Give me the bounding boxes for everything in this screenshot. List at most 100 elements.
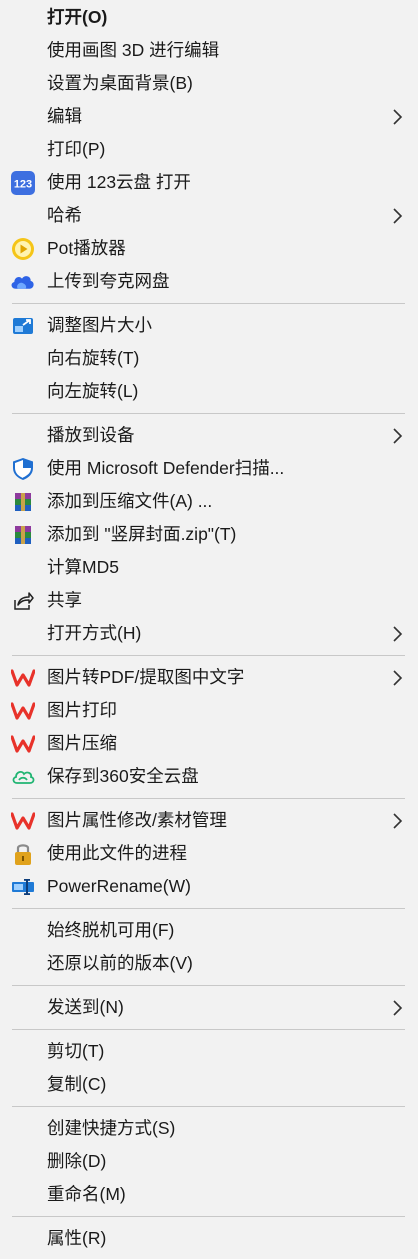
menu-item-add-to-archive[interactable]: 添加到压缩文件(A) ... bbox=[0, 485, 418, 518]
menu-item-edit-paint3d[interactable]: 使用画图 3D 进行编辑 bbox=[0, 34, 418, 67]
menu-item-label: 添加到 "竖屏封面.zip"(T) bbox=[47, 524, 237, 544]
chevron-right-icon bbox=[393, 109, 403, 125]
wps-icon bbox=[10, 698, 35, 723]
menu-separator bbox=[12, 908, 405, 909]
menu-item-label: 还原以前的版本(V) bbox=[47, 953, 193, 973]
menu-item-label: 属性(R) bbox=[47, 1228, 107, 1248]
menu-item-label: 播放到设备 bbox=[47, 425, 135, 445]
menu-item-always-available-offline[interactable]: 始终脱机可用(F) bbox=[0, 914, 418, 947]
menu-item-rotate-left[interactable]: 向左旋转(L) bbox=[0, 375, 418, 408]
menu-separator bbox=[12, 985, 405, 986]
menu-item-label: 使用画图 3D 进行编辑 bbox=[47, 40, 220, 60]
menu-item-cut[interactable]: 剪切(T) bbox=[0, 1035, 418, 1068]
menu-item-label: 添加到压缩文件(A) ... bbox=[47, 491, 213, 511]
menu-separator bbox=[12, 1106, 405, 1107]
menu-item-label: 向左旋转(L) bbox=[47, 381, 139, 401]
chevron-right-icon bbox=[393, 1000, 403, 1016]
menu-item-label: 共享 bbox=[47, 590, 82, 610]
menu-item-label: 调整图片大小 bbox=[47, 315, 152, 335]
lock-icon bbox=[10, 841, 35, 866]
menu-item-create-shortcut[interactable]: 创建快捷方式(S) bbox=[0, 1112, 418, 1145]
wps-icon bbox=[10, 731, 35, 756]
menu-item-label: 创建快捷方式(S) bbox=[47, 1118, 176, 1138]
menu-item-properties[interactable]: 属性(R) bbox=[0, 1222, 418, 1255]
menu-item-open[interactable]: 打开(O) bbox=[0, 1, 418, 34]
powerrename-icon bbox=[10, 874, 35, 899]
menu-item-powerrename[interactable]: PowerRename(W) bbox=[0, 870, 418, 903]
menu-item-label: 图片属性修改/素材管理 bbox=[47, 810, 227, 830]
menu-item-send-to[interactable]: 发送到(N) bbox=[0, 991, 418, 1024]
menu-separator bbox=[12, 655, 405, 656]
menu-item-copy[interactable]: 复制(C) bbox=[0, 1068, 418, 1101]
menu-item-label: Pot播放器 bbox=[47, 238, 126, 258]
menu-item-label: 删除(D) bbox=[47, 1151, 107, 1171]
menu-item-set-desktop-background[interactable]: 设置为桌面背景(B) bbox=[0, 67, 418, 100]
menu-item-label: PowerRename(W) bbox=[47, 876, 191, 896]
menu-separator bbox=[12, 798, 405, 799]
menu-item-label: 哈希 bbox=[47, 205, 82, 225]
menu-item-file-locksmith[interactable]: 使用此文件的进程 bbox=[0, 837, 418, 870]
menu-item-image-properties-edit[interactable]: 图片属性修改/素材管理 bbox=[0, 804, 418, 837]
menu-item-compute-md5[interactable]: 计算MD5 bbox=[0, 551, 418, 584]
menu-item-label: 设置为桌面背景(B) bbox=[47, 73, 193, 93]
123-cloud-icon-text: 123 bbox=[13, 178, 31, 190]
chevron-right-icon bbox=[393, 670, 403, 686]
menu-item-open-123cloud[interactable]: 123 使用 123云盘 打开 bbox=[0, 166, 418, 199]
menu-item-hash[interactable]: 哈希 bbox=[0, 199, 418, 232]
menu-item-edit[interactable]: 编辑 bbox=[0, 100, 418, 133]
defender-shield-icon bbox=[10, 456, 35, 481]
menu-item-print[interactable]: 打印(P) bbox=[0, 133, 418, 166]
menu-item-save-360cloud[interactable]: 保存到360安全云盘 bbox=[0, 760, 418, 793]
menu-item-label: 剪切(T) bbox=[47, 1041, 105, 1061]
menu-item-restore-previous-versions[interactable]: 还原以前的版本(V) bbox=[0, 947, 418, 980]
menu-item-label: 保存到360安全云盘 bbox=[47, 766, 199, 786]
menu-item-upload-quark[interactable]: 上传到夸克网盘 bbox=[0, 265, 418, 298]
quark-cloud-icon bbox=[10, 269, 35, 294]
menu-item-label: 上传到夸克网盘 bbox=[47, 271, 170, 291]
context-menu: 打开(O) 使用画图 3D 进行编辑 设置为桌面背景(B) 编辑 打印(P) 1… bbox=[0, 0, 418, 1259]
menu-item-image-compress[interactable]: 图片压缩 bbox=[0, 727, 418, 760]
menu-item-label: 使用此文件的进程 bbox=[47, 843, 187, 863]
chevron-right-icon bbox=[393, 208, 403, 224]
360-cloud-icon bbox=[10, 764, 35, 789]
menu-item-label: 向右旋转(T) bbox=[47, 348, 140, 368]
menu-separator bbox=[12, 1216, 405, 1217]
menu-item-open-with[interactable]: 打开方式(H) bbox=[0, 617, 418, 650]
menu-item-label: 使用 Microsoft Defender扫描... bbox=[47, 458, 285, 478]
menu-item-image-print[interactable]: 图片打印 bbox=[0, 694, 418, 727]
resize-image-icon bbox=[10, 313, 35, 338]
menu-item-delete[interactable]: 删除(D) bbox=[0, 1145, 418, 1178]
menu-item-label: 图片打印 bbox=[47, 700, 117, 720]
menu-item-label: 打印(P) bbox=[47, 139, 106, 159]
menu-item-label: 图片转PDF/提取图中文字 bbox=[47, 667, 245, 687]
chevron-right-icon bbox=[393, 626, 403, 642]
menu-item-label: 发送到(N) bbox=[47, 997, 124, 1017]
wps-icon bbox=[10, 665, 35, 690]
menu-item-resize-image[interactable]: 调整图片大小 bbox=[0, 309, 418, 342]
menu-item-image-to-pdf[interactable]: 图片转PDF/提取图中文字 bbox=[0, 661, 418, 694]
menu-separator bbox=[12, 413, 405, 414]
menu-item-label: 编辑 bbox=[47, 106, 82, 126]
menu-item-potplayer[interactable]: Pot播放器 bbox=[0, 232, 418, 265]
menu-item-label: 使用 123云盘 打开 bbox=[47, 172, 191, 192]
menu-item-rotate-right[interactable]: 向右旋转(T) bbox=[0, 342, 418, 375]
winrar-icon bbox=[10, 489, 35, 514]
menu-item-label: 打开(O) bbox=[47, 7, 108, 27]
menu-item-label: 重命名(M) bbox=[47, 1184, 126, 1204]
chevron-right-icon bbox=[393, 813, 403, 829]
menu-item-label: 打开方式(H) bbox=[47, 623, 142, 643]
winrar-icon bbox=[10, 522, 35, 547]
menu-item-label: 复制(C) bbox=[47, 1074, 107, 1094]
123-cloud-icon: 123 bbox=[10, 170, 35, 195]
menu-item-label: 图片压缩 bbox=[47, 733, 117, 753]
chevron-right-icon bbox=[393, 428, 403, 444]
wps-icon bbox=[10, 808, 35, 833]
menu-item-defender-scan[interactable]: 使用 Microsoft Defender扫描... bbox=[0, 452, 418, 485]
potplayer-icon bbox=[10, 236, 35, 261]
menu-item-share[interactable]: 共享 bbox=[0, 584, 418, 617]
menu-separator bbox=[12, 303, 405, 304]
menu-item-rename[interactable]: 重命名(M) bbox=[0, 1178, 418, 1211]
menu-item-cast-to-device[interactable]: 播放到设备 bbox=[0, 419, 418, 452]
menu-item-add-to-zip[interactable]: 添加到 "竖屏封面.zip"(T) bbox=[0, 518, 418, 551]
menu-item-label: 始终脱机可用(F) bbox=[47, 920, 175, 940]
